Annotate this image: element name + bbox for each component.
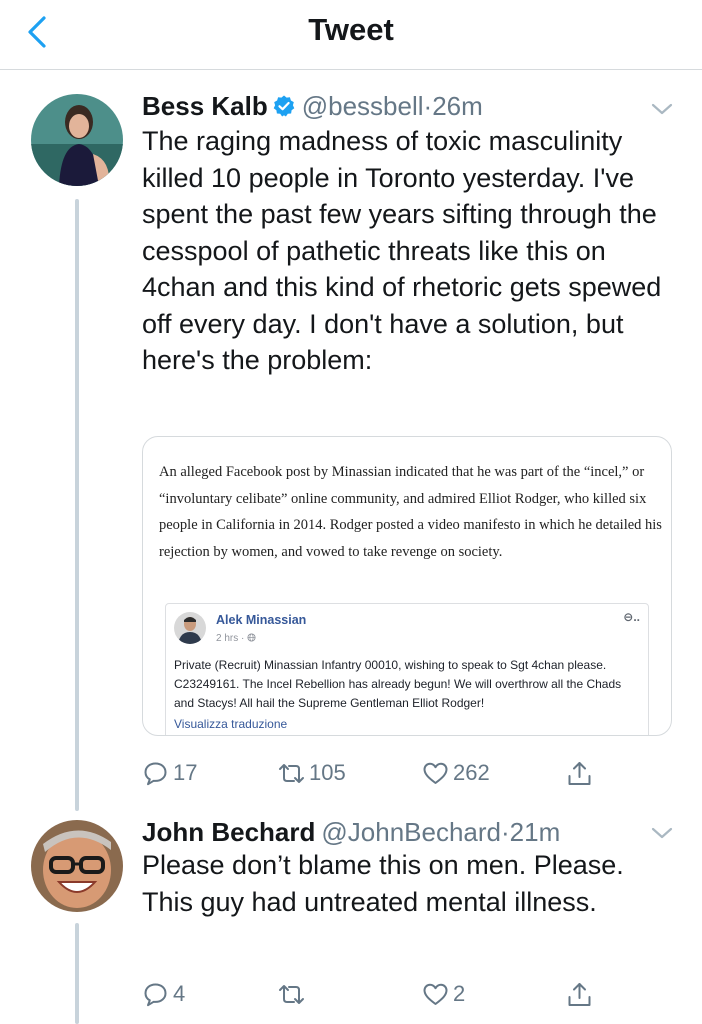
chevron-down-icon[interactable] — [650, 101, 674, 117]
tweet-actions: 17 105 262 — [142, 756, 602, 792]
like-button[interactable]: 2 — [422, 977, 465, 1011]
verified-badge-icon — [273, 95, 295, 117]
tweet-bess-kalb[interactable]: Bess Kalb @bessbell·26m The raging madne… — [0, 71, 702, 811]
thread-line — [75, 199, 79, 811]
handle[interactable]: @JohnBechard — [321, 817, 501, 847]
fb-timestamp: 2 hrs · — [216, 633, 256, 644]
heart-icon — [423, 762, 448, 784]
reply-button[interactable]: 17 — [142, 756, 197, 790]
display-name[interactable]: Bess Kalb — [142, 91, 268, 121]
reply-icon — [144, 762, 167, 785]
retweet-count: 105 — [309, 760, 346, 785]
like-count: 2 — [453, 981, 466, 1006]
avatar-photo-man — [174, 612, 206, 644]
avatar-photo-man-glasses — [31, 820, 123, 912]
separator-dot: · — [423, 91, 433, 121]
heart-icon — [423, 983, 448, 1005]
fb-time-text: 2 hrs · — [216, 633, 248, 644]
display-name[interactable]: John Bechard — [142, 817, 315, 847]
handle[interactable]: @bessbell — [302, 91, 424, 121]
article-excerpt: An alleged Facebook post by Minassian in… — [159, 464, 662, 560]
reply-count: 17 — [173, 760, 198, 785]
reply-button[interactable]: 4 — [142, 977, 185, 1011]
tweet-actions: 4 2 — [142, 977, 602, 1013]
tweet-text: Please don’t blame this on men. Please. … — [142, 850, 624, 917]
reply-count: 4 — [173, 981, 186, 1006]
retweet-button[interactable] — [278, 977, 309, 1011]
media-card[interactable]: An alleged Facebook post by Minassian in… — [142, 436, 672, 736]
retweet-icon — [279, 763, 304, 783]
timestamp[interactable]: 26m — [432, 91, 483, 121]
fb-post-text: Private (Recruit) Minassian Infantry 000… — [174, 658, 622, 710]
share-icon — [568, 982, 591, 1006]
tweet-john-bechard[interactable]: John Bechard @JohnBechard·21m Please don’… — [0, 811, 702, 1024]
avatar[interactable] — [31, 820, 123, 912]
avatar[interactable] — [31, 94, 123, 186]
share-icon — [568, 761, 591, 785]
timestamp[interactable]: 21m — [510, 817, 561, 847]
page-title: Tweet — [308, 12, 394, 47]
chevron-down-icon[interactable] — [650, 825, 674, 841]
separator-dot: · — [501, 817, 510, 847]
retweet-button[interactable]: 105 — [278, 756, 346, 790]
like-button[interactable]: 262 — [422, 756, 490, 790]
globe-icon — [247, 633, 256, 642]
tweet-header: John Bechard @JohnBechard·21m — [142, 817, 560, 848]
tweet-text: The raging madness of toxic masculinity … — [142, 126, 662, 375]
fb-author-name: Alek Minassian — [216, 613, 307, 627]
like-count: 262 — [453, 760, 490, 785]
thread-line — [75, 923, 79, 1024]
share-button[interactable] — [566, 977, 593, 1011]
share-button[interactable] — [566, 756, 593, 790]
fb-options-icon: ⊖.. — [623, 610, 640, 624]
fb-translate-link: Visualizza traduzione — [174, 717, 288, 731]
fb-avatar — [174, 612, 206, 644]
retweet-icon — [279, 984, 304, 1004]
avatar-photo-woman — [31, 94, 123, 186]
tweet-header: Bess Kalb @bessbell·26m — [142, 91, 483, 122]
top-bar: Tweet — [0, 0, 702, 70]
facebook-post-embed: Alek Minassian 2 hrs · ⊖.. Private (Recr… — [165, 603, 649, 735]
reply-icon — [144, 983, 167, 1006]
